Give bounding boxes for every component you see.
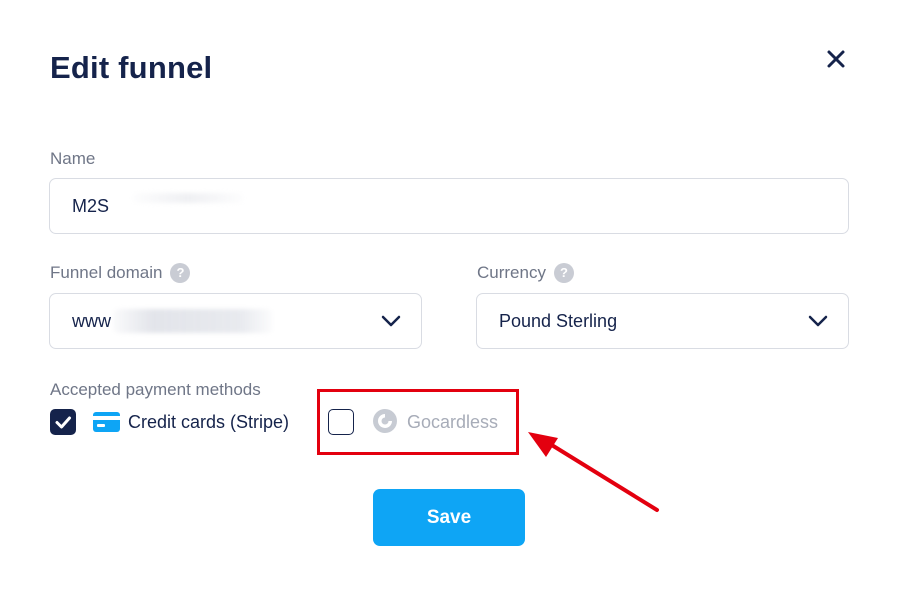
- check-icon: [55, 416, 71, 429]
- name-label: Name: [50, 149, 95, 169]
- close-icon: [827, 50, 845, 68]
- chevron-down-icon: [381, 315, 401, 327]
- stripe-option-label[interactable]: Credit cards (Stripe): [128, 412, 289, 433]
- currency-value: Pound Sterling: [499, 310, 618, 331]
- help-icon[interactable]: ?: [553, 263, 574, 283]
- close-button[interactable]: [824, 47, 848, 71]
- modal-title: Edit funnel: [50, 50, 213, 85]
- currency-select[interactable]: Pound Sterling: [476, 293, 849, 349]
- annotation-highlight-box: [317, 389, 519, 455]
- chevron-down-icon: [808, 315, 828, 327]
- currency-label: Currency ?: [477, 263, 574, 283]
- save-button[interactable]: Save: [373, 489, 525, 546]
- credit-card-icon: [93, 412, 120, 432]
- redacted-text: [113, 309, 273, 333]
- funnel-domain-label-text: Funnel domain: [50, 263, 163, 282]
- name-label-text: Name: [50, 149, 96, 168]
- payment-methods-label-text: Accepted payment methods: [50, 380, 261, 399]
- annotation-arrow: [528, 432, 659, 512]
- help-icon[interactable]: ?: [170, 263, 191, 283]
- funnel-domain-select[interactable]: www: [49, 293, 422, 349]
- name-input-value: M2S: [72, 195, 110, 216]
- redacted-text: [133, 193, 244, 203]
- funnel-domain-label: Funnel domain ?: [50, 263, 191, 283]
- currency-label-text: Currency: [477, 263, 546, 282]
- name-input[interactable]: M2S: [49, 178, 849, 234]
- stripe-checkbox[interactable]: [50, 409, 76, 435]
- funnel-domain-value: www: [72, 310, 111, 331]
- payment-methods-label: Accepted payment methods: [50, 380, 261, 400]
